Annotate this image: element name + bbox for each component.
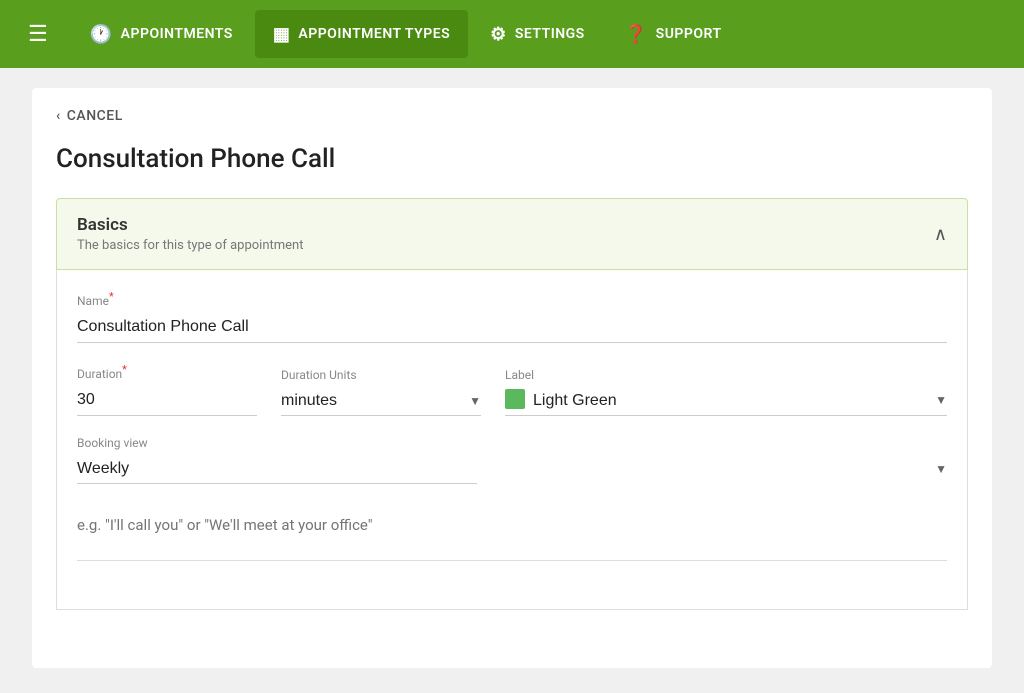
booking-view-select[interactable]: Weekly Daily Monthly <box>77 454 477 484</box>
cancel-arrow-icon: ‹ <box>56 108 61 124</box>
name-label: Name* <box>77 290 947 308</box>
appointments-icon: 🕐 <box>90 24 113 45</box>
duration-input[interactable] <box>77 385 257 416</box>
label-label: Label <box>505 368 947 382</box>
duration-field-group: Duration* <box>77 363 257 416</box>
cancel-label: CANCEL <box>67 108 123 124</box>
duration-label: Duration* <box>77 363 257 381</box>
nav-support-label: SUPPORT <box>656 26 722 42</box>
nav-appointments-label: APPOINTMENTS <box>121 26 233 42</box>
description-field-group <box>77 508 947 565</box>
main-area: ‹ CANCEL Consultation Phone Call Basics … <box>0 68 1024 693</box>
booking-view-field-group: Booking view Weekly Daily Monthly ▼ <box>77 436 947 484</box>
nav-settings[interactable]: ⚙ SETTINGS <box>472 10 603 58</box>
basics-header-left: Basics The basics for this type of appoi… <box>77 215 303 253</box>
label-color-swatch <box>505 389 525 409</box>
support-icon: ❓ <box>625 24 648 45</box>
duration-units-select[interactable]: minutes hours <box>281 386 481 416</box>
settings-icon: ⚙ <box>490 24 507 45</box>
booking-view-select-wrap: Weekly Daily Monthly ▼ <box>77 454 947 484</box>
content-card: ‹ CANCEL Consultation Phone Call Basics … <box>32 88 992 668</box>
duration-units-select-wrap: minutes hours ▼ <box>281 386 481 416</box>
basics-section-header: Basics The basics for this type of appoi… <box>56 198 968 270</box>
cancel-button[interactable]: ‹ CANCEL <box>56 108 968 124</box>
nav-appointments[interactable]: 🕐 APPOINTMENTS <box>72 10 251 58</box>
duration-units-label: Duration Units <box>281 368 481 382</box>
basics-form-section: Name* Duration* Duration Units <box>56 270 968 610</box>
description-textarea[interactable] <box>77 508 947 561</box>
nav-appointment-types[interactable]: ▦ APPOINTMENT TYPES <box>255 10 468 58</box>
basics-subtitle: The basics for this type of appointment <box>77 238 303 253</box>
appointment-types-icon: ▦ <box>273 24 291 45</box>
main-nav: ☰ 🕐 APPOINTMENTS ▦ APPOINTMENT TYPES ⚙ S… <box>0 0 1024 68</box>
label-select-wrap: Light Green Red Blue Orange Purple ▼ <box>505 386 947 416</box>
label-select[interactable]: Light Green Red Blue Orange Purple <box>533 386 947 415</box>
page-title: Consultation Phone Call <box>56 144 968 174</box>
basics-title: Basics <box>77 215 303 235</box>
nav-appointment-types-label: APPOINTMENT TYPES <box>298 26 450 42</box>
duration-units-field-group: Duration Units minutes hours ▼ <box>281 368 481 416</box>
nav-settings-label: SETTINGS <box>515 26 585 42</box>
nav-support[interactable]: ❓ SUPPORT <box>607 10 740 58</box>
name-input[interactable] <box>77 312 947 343</box>
name-field-group: Name* <box>77 290 947 343</box>
duration-row: Duration* Duration Units minutes hours ▼ <box>77 363 947 416</box>
basics-collapse-button[interactable]: ∧ <box>934 224 947 245</box>
booking-view-arrow-icon: ▼ <box>935 462 947 476</box>
label-field-group: Label Light Green Red Blue Orange Purple… <box>505 368 947 416</box>
hamburger-menu[interactable]: ☰ <box>16 14 60 55</box>
booking-view-label: Booking view <box>77 436 947 450</box>
